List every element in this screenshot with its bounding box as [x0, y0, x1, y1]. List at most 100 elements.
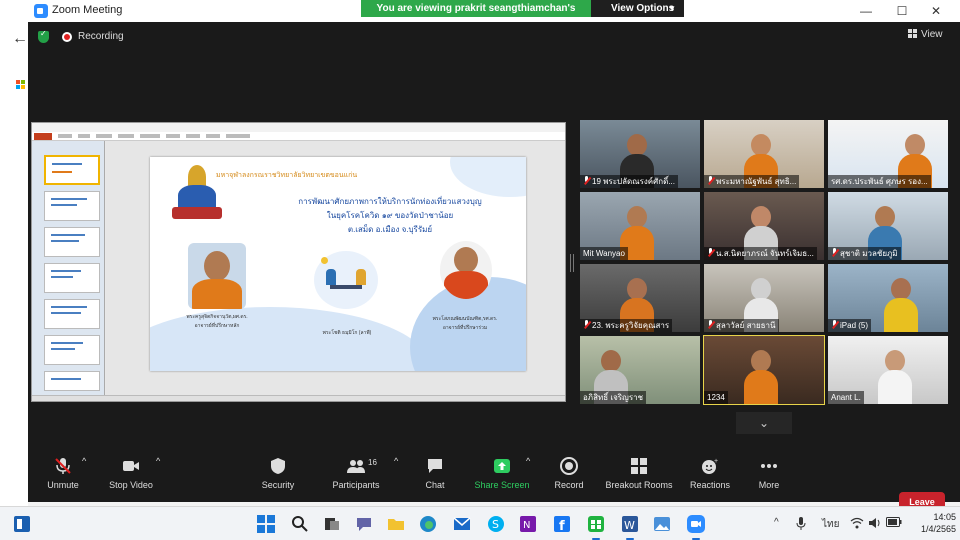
caption-line: อาจารย์ที่ปรึกษาหลัก	[194, 323, 240, 329]
recording-icon	[62, 32, 72, 42]
mail-icon[interactable]	[452, 514, 472, 534]
participant-name-tag: Mit Wanyao	[580, 247, 628, 260]
video-tile[interactable]: iPad (5)	[828, 264, 948, 332]
record-button[interactable]: Record	[548, 456, 590, 496]
slide-thumbnail	[44, 191, 100, 221]
wifi-icon[interactable]	[850, 517, 864, 532]
mic-muted-icon	[583, 176, 590, 185]
back-arrow-icon[interactable]: ←	[12, 30, 28, 48]
share-options-caret-icon[interactable]: ^	[526, 456, 530, 496]
slide-title-line: การพัฒนาศักยภาพการให้บริการนักท่องเที่ยว…	[298, 197, 482, 206]
participant-name-tag: 19 พระปลัดณรงค์ศักดิ์...	[580, 175, 678, 188]
participant-name-tag: สุลาวัลย์ สายธานี	[704, 319, 779, 332]
slide-title: การพัฒนาศักยภาพการให้บริการนักท่องเที่ยว…	[270, 195, 510, 237]
co-advisor-photo	[440, 241, 492, 299]
minimize-icon[interactable]: —	[856, 3, 876, 19]
participant-name: Mit Wanyao	[583, 249, 625, 258]
video-tile[interactable]: 19 พระปลัดณรงค์ศักดิ์...	[580, 120, 700, 188]
photos-icon[interactable]	[652, 514, 672, 534]
advisor-caption: พระครูสุจิตกิจจานุวัต,ผศ.ดร. อาจารย์ที่ป…	[172, 313, 262, 331]
video-tile[interactable]: อภิสิทธิ์ เจริญราช	[580, 336, 700, 404]
task-view-icon[interactable]	[322, 514, 342, 534]
powerpoint-ribbon	[32, 132, 565, 141]
battery-icon[interactable]	[886, 517, 902, 530]
participant-name: 19 พระปลัดณรงค์ศักดิ์...	[592, 177, 675, 186]
word-icon[interactable]: W	[620, 514, 640, 540]
svg-text:f: f	[559, 519, 565, 534]
volume-icon[interactable]	[868, 517, 882, 532]
participant-name: สุลาวัลย์ สายธานี	[716, 321, 776, 330]
search-icon[interactable]	[290, 514, 310, 534]
svg-text:W: W	[624, 519, 635, 532]
skype-icon[interactable]: S	[486, 514, 506, 534]
show-hidden-icons-chevron-icon[interactable]: ^	[774, 517, 779, 528]
participant-name: iPad (5)	[840, 321, 869, 330]
participants-options-caret-icon[interactable]: ^	[394, 456, 398, 496]
video-tile[interactable]: สุชาติ มวลชัยภูมิ	[828, 192, 948, 260]
close-icon[interactable]: ✕	[926, 3, 946, 19]
breakout-rooms-label: Breakout Rooms	[605, 480, 673, 490]
university-name: มหาจุฬาลงกรณราชวิทยาลัยวิทยาเขตขอนแก่น	[216, 172, 358, 179]
audio-options-caret-icon[interactable]: ^	[82, 456, 86, 496]
share-screen-arrow-icon	[494, 459, 510, 473]
encryption-shield-icon[interactable]	[38, 29, 49, 43]
microphone-muted-icon	[55, 458, 71, 474]
participant-name-tag: พระมหาณัฐพันธ์ สุทธิ...	[704, 175, 800, 188]
view-options-button[interactable]: View Options ▼	[591, 0, 684, 17]
stop-video-button[interactable]: Stop Video	[106, 456, 156, 496]
recording-label: Recording	[78, 31, 124, 42]
advisor-photo	[188, 243, 246, 309]
slide-thumbnail	[44, 227, 100, 257]
participant-name-tag: 1234	[704, 391, 728, 404]
edge-browser-icon[interactable]	[418, 514, 438, 534]
split-view-handle[interactable]	[570, 254, 574, 272]
slide-editing-area: มหาจุฬาลงกรณราชวิทยาลัยวิทยาเขตขอนแก่น ก…	[106, 141, 565, 395]
security-button[interactable]: Security	[256, 456, 300, 496]
shared-screen[interactable]: มหาจุฬาลงกรณราชวิทยาลัยวิทยาเขตขอนแก่น ก…	[31, 122, 566, 402]
zoom-taskbar-icon[interactable]	[686, 514, 706, 540]
chat-button[interactable]: Chat	[420, 456, 450, 496]
participant-name: พระมหาณัฐพันธ์ สุทธิ...	[716, 177, 797, 186]
video-tile[interactable]: Anant L.	[828, 336, 948, 404]
ribbon-tab	[226, 134, 250, 138]
file-explorer-icon[interactable]	[386, 514, 406, 534]
share-screen-button[interactable]: Share Screen	[474, 456, 530, 496]
start-windows-icon[interactable]	[256, 514, 276, 534]
unmute-button[interactable]: Unmute	[42, 456, 84, 496]
onenote-icon[interactable]: N	[518, 514, 538, 534]
video-tile[interactable]: น.ส.นิตยาภรณ์ จันทร์เจิมธ...	[704, 192, 824, 260]
widgets-icon[interactable]	[14, 516, 30, 532]
slide-thumbnail	[44, 335, 100, 365]
system-clock[interactable]: 14:05 1/4/2565	[906, 511, 956, 535]
video-tile[interactable]: รศ.ดร.ประพันธ์ ศุภษร รอง...	[828, 120, 948, 188]
ribbon-tab	[206, 134, 220, 138]
gallery-next-page-button[interactable]: ⌄	[736, 412, 792, 434]
svg-text:S: S	[492, 518, 499, 531]
clock-time: 14:05	[933, 512, 956, 522]
video-tile[interactable]: พระมหาณัฐพันธ์ สุทธิ...	[704, 120, 824, 188]
more-dots-icon	[761, 464, 777, 468]
video-tile-active-speaker[interactable]: 1234	[703, 335, 825, 405]
participant-name-tag: น.ส.นิตยาภรณ์ จันทร์เจิมธ...	[704, 247, 817, 260]
chat-label: Chat	[425, 480, 445, 490]
video-options-caret-icon[interactable]: ^	[156, 456, 160, 496]
breakout-rooms-button[interactable]: Breakout Rooms	[604, 456, 674, 496]
view-layout-button[interactable]: View	[908, 29, 943, 40]
caption-line: อาจารย์ที่ปรึกษาร่วม	[442, 325, 488, 331]
participant-name-tag: รศ.ดร.ประพันธ์ ศุภษร รอง...	[828, 175, 931, 188]
maximize-icon[interactable]: ☐	[892, 3, 912, 19]
video-tile[interactable]: 23. พระครูวิจัยคุณสาร	[580, 264, 700, 332]
input-language-indicator[interactable]: ไทย	[822, 517, 839, 532]
slide-thumbnail	[44, 155, 100, 185]
reactions-button[interactable]: + Reactions	[688, 456, 732, 496]
teams-chat-icon[interactable]	[354, 514, 374, 534]
video-tile[interactable]: สุลาวัลย์ สายธานี	[704, 264, 824, 332]
slide-thumbnails-pane	[32, 141, 105, 395]
security-label: Security	[261, 480, 295, 490]
participants-count: 16	[368, 458, 377, 467]
facebook-icon[interactable]: f	[552, 514, 572, 534]
microphone-tray-icon[interactable]	[796, 517, 806, 534]
more-button[interactable]: More	[754, 456, 784, 496]
line-app-icon[interactable]	[586, 514, 606, 540]
video-tile[interactable]: Mit Wanyao	[580, 192, 700, 260]
